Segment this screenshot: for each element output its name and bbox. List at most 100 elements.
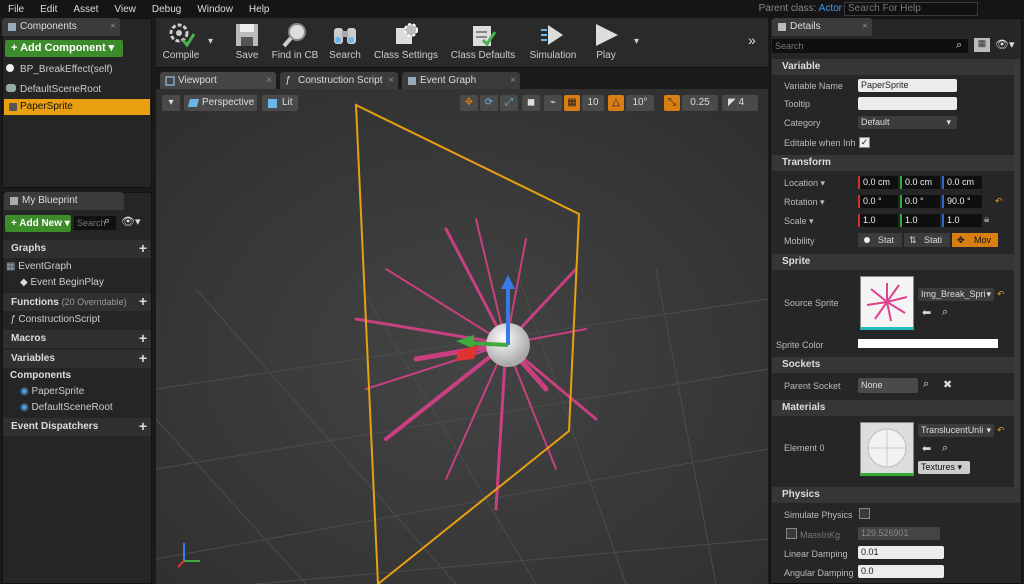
toolbar-overflow-icon[interactable]: » [748, 32, 756, 48]
use-selected-arrow-icon[interactable]: ⬅ [922, 306, 931, 319]
reset-arrow-icon[interactable]: ↶ [997, 289, 1005, 300]
simulate-physics-checkbox[interactable] [859, 508, 870, 519]
close-icon[interactable]: × [862, 18, 868, 36]
tab-event-graph[interactable]: Event Graph × [402, 72, 520, 90]
add-variable-icon[interactable]: + [139, 351, 147, 366]
scale-mode-button[interactable]: ⤢ [500, 95, 518, 111]
translate-mode-button[interactable]: ✥ [460, 95, 478, 111]
menu-asset[interactable]: Asset [65, 4, 106, 15]
event-graph-item[interactable]: ▦ EventGraph [6, 259, 72, 275]
surface-snap-button[interactable]: ⌁ [544, 95, 562, 111]
scale-z-field[interactable]: 1.0 [942, 214, 982, 227]
perspective-button[interactable]: Perspective [184, 95, 257, 111]
add-component-button[interactable]: + Add Component ▾ [5, 40, 123, 57]
close-icon[interactable]: × [510, 72, 516, 90]
sockets-section[interactable]: Sockets [772, 357, 1020, 373]
menu-file[interactable]: File [0, 4, 32, 15]
variables-category[interactable]: Variables + [3, 350, 151, 368]
close-icon[interactable]: × [388, 72, 394, 90]
variable-section[interactable]: Variable [772, 59, 1020, 75]
compile-button[interactable]: Compile [158, 20, 204, 66]
reset-arrow-icon[interactable]: ↶ [997, 425, 1005, 436]
rotation-snap-toggle[interactable]: △ [608, 95, 624, 111]
mass-override-checkbox[interactable] [786, 528, 797, 539]
sprite-color-swatch[interactable] [858, 339, 998, 348]
scale-snap-value[interactable]: 0.25 [682, 95, 718, 111]
menu-debug[interactable]: Debug [144, 4, 189, 15]
viewport-canvas[interactable]: ▾ Perspective Lit ✥ ⟳ ⤢ ◼ ⌁ ▦ 10 △ 10° ⤡… [156, 89, 768, 584]
eye-icon[interactable]: 👁▾ [995, 38, 1015, 51]
category-dropdown[interactable]: Default ▾ [858, 116, 957, 129]
close-icon[interactable]: × [110, 18, 116, 36]
details-scrollbar[interactable] [1014, 59, 1020, 489]
location-x-field[interactable]: 0.0 cm [858, 176, 898, 189]
search-toolbar-button[interactable]: Search [325, 20, 365, 66]
functions-category[interactable]: Functions (20 Overridable) + [3, 293, 151, 311]
simulation-button[interactable]: Simulation [525, 20, 581, 66]
close-icon[interactable]: × [266, 72, 272, 90]
clear-icon[interactable]: ✖ [943, 378, 952, 391]
use-selected-arrow-icon[interactable]: ⬅ [922, 442, 931, 455]
search-icon[interactable]: ⌕ [956, 39, 962, 52]
add-new-button[interactable]: + Add New ▾ [5, 215, 71, 232]
sprite-section[interactable]: Sprite [772, 254, 1020, 270]
tab-viewport[interactable]: Viewport × [160, 72, 276, 90]
material-dropdown[interactable]: TranslucentUnli ▾ [918, 424, 994, 437]
scale-y-field[interactable]: 1.0 [900, 214, 940, 227]
angular-damping-field[interactable]: 0.0 [858, 565, 944, 578]
event-dispatchers-category[interactable]: Event Dispatchers + [3, 418, 151, 436]
mobility-movable-button[interactable]: ✥ Mov [952, 233, 998, 247]
location-y-field[interactable]: 0.0 cm [900, 176, 940, 189]
help-search-input[interactable]: Search For Help [844, 2, 978, 16]
details-search-input[interactable]: Search [772, 39, 968, 53]
rotation-snap-value[interactable]: 10° [626, 95, 654, 111]
macros-category[interactable]: Macros + [3, 330, 151, 348]
menu-window[interactable]: Window [189, 4, 241, 15]
physics-section[interactable]: Physics [772, 487, 1020, 503]
textures-dropdown[interactable]: Textures ▾ [918, 461, 970, 474]
parent-class-link[interactable]: Actor [819, 3, 842, 14]
tab-construction-script[interactable]: ƒ Construction Script × [280, 72, 398, 90]
rotate-mode-button[interactable]: ⟳ [480, 95, 498, 111]
class-settings-button[interactable]: Class Settings [370, 20, 442, 66]
camera-speed-button[interactable]: ◤ 4 [722, 95, 758, 111]
grid-view-icon[interactable]: ▦ [974, 38, 990, 52]
parent-socket-field[interactable]: None [858, 378, 918, 393]
construction-script-item[interactable]: ƒ ConstructionScript [10, 312, 100, 328]
rotation-x-field[interactable]: 0.0 ° [858, 195, 898, 208]
transform-section[interactable]: Transform [772, 155, 1020, 171]
compile-options-dropdown[interactable]: ▾ [208, 36, 213, 47]
tab-my-blueprint[interactable]: My Blueprint [4, 192, 124, 210]
material-thumbnail[interactable] [860, 422, 914, 476]
reset-arrow-icon[interactable]: ↶ [995, 196, 1003, 207]
search-icon[interactable]: ⌕ [923, 378, 929, 391]
components-subcategory[interactable]: Components [10, 368, 71, 384]
add-macro-icon[interactable]: + [139, 331, 147, 346]
search-icon[interactable]: ⌕ [104, 215, 110, 228]
scale-x-field[interactable]: 1.0 [858, 214, 898, 227]
event-begin-play-item[interactable]: ◆ Event BeginPlay [20, 275, 104, 291]
editable-checkbox[interactable]: ✓ [859, 137, 870, 148]
tab-details[interactable]: Details × [772, 18, 872, 36]
world-local-button[interactable]: ◼ [522, 95, 540, 111]
variable-name-field[interactable]: PaperSprite [858, 79, 957, 92]
viewport-options-button[interactable]: ▾ [162, 95, 180, 111]
sprite-color-label[interactable]: Sprite Color [776, 340, 824, 350]
component-var-paper-sprite[interactable]: ◉ PaperSprite [20, 384, 84, 400]
location-label[interactable]: Location ▾ [784, 178, 825, 189]
play-options-dropdown[interactable]: ▾ [634, 36, 639, 47]
browse-search-icon[interactable]: ⌕ [942, 442, 948, 455]
eye-icon[interactable]: 👁▾ [121, 215, 141, 228]
component-default-scene-root[interactable]: DefaultSceneRoot [6, 82, 101, 98]
scale-snap-toggle[interactable]: ⤡ [664, 95, 680, 111]
source-sprite-dropdown[interactable]: Img_Break_Spri ▾ [918, 288, 994, 301]
mobility-stationary-button[interactable]: ⇅ Stati [904, 233, 950, 247]
location-z-field[interactable]: 0.0 cm [942, 176, 982, 189]
source-sprite-thumbnail[interactable] [860, 276, 914, 330]
component-paper-sprite[interactable]: PaperSprite [4, 99, 150, 115]
menu-view[interactable]: View [106, 4, 144, 15]
save-button[interactable]: Save [228, 20, 266, 66]
tooltip-field[interactable] [858, 97, 957, 110]
rotation-y-field[interactable]: 0.0 ° [900, 195, 940, 208]
grid-snap-value[interactable]: 10 [582, 95, 604, 111]
